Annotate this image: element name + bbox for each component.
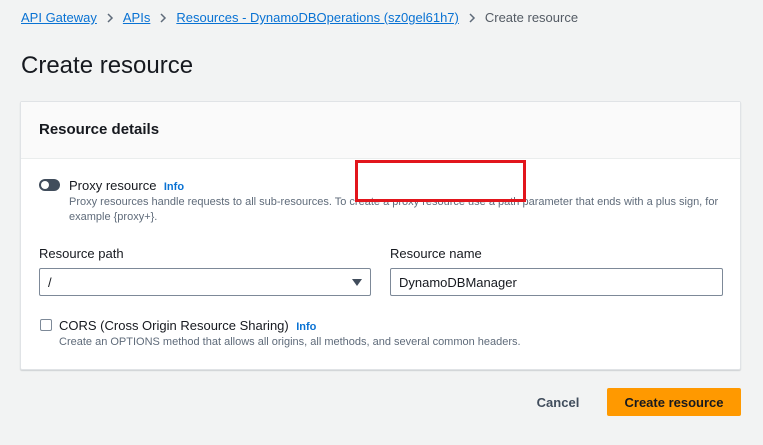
proxy-info-link[interactable]: Info (164, 181, 184, 193)
breadcrumb-resources[interactable]: Resources - DynamoDBOperations (sz0gel61… (176, 10, 459, 25)
toggle-knob (41, 181, 49, 189)
annotation-highlight-box (355, 160, 526, 202)
caret-down-icon (352, 279, 362, 286)
breadcrumb: API Gateway APIs Resources - DynamoDBOpe… (21, 10, 578, 25)
resource-path-label: Resource path (39, 246, 124, 261)
create-resource-button[interactable]: Create resource (607, 388, 741, 416)
cors-info-link[interactable]: Info (296, 321, 316, 333)
proxy-resource-label: Proxy resource Info (69, 177, 184, 195)
panel-header: Resource details (21, 102, 740, 159)
resource-details-panel: Resource details Proxy resource Info Pro… (20, 101, 741, 370)
chevron-right-icon (159, 12, 167, 23)
cors-label-text: CORS (Cross Origin Resource Sharing) (59, 318, 289, 333)
resource-path-select[interactable]: / (39, 268, 371, 296)
breadcrumb-api-gateway[interactable]: API Gateway (21, 10, 97, 25)
cors-description: Create an OPTIONS method that allows all… (59, 336, 521, 348)
page-title: Create resource (21, 52, 194, 79)
chevron-right-icon (468, 12, 476, 23)
panel-title: Resource details (39, 121, 160, 138)
resource-path-value: / (48, 275, 52, 290)
cancel-button[interactable]: Cancel (524, 388, 592, 416)
cors-checkbox[interactable] (40, 319, 52, 331)
cors-label: CORS (Cross Origin Resource Sharing) Inf… (59, 317, 316, 335)
breadcrumb-current: Create resource (484, 10, 579, 25)
chevron-right-icon (106, 12, 114, 23)
resource-name-input[interactable]: DynamoDBManager (390, 268, 723, 296)
resource-name-label: Resource name (390, 246, 482, 261)
proxy-resource-toggle[interactable] (39, 179, 60, 191)
proxy-resource-label-text: Proxy resource (69, 178, 157, 193)
breadcrumb-apis[interactable]: APIs (123, 10, 150, 25)
